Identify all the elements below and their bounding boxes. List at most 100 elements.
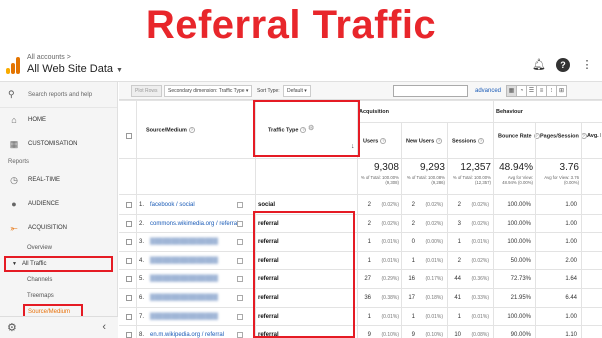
row-checkbox[interactable]: [126, 257, 132, 264]
more-icon[interactable]: ⋮: [580, 58, 594, 72]
gear-icon[interactable]: ⚙: [7, 321, 17, 334]
sessions-value: 41: [454, 295, 461, 301]
source-medium-link-redacted[interactable]: ████████████████: [150, 252, 218, 270]
total-pages-session: 3.76: [559, 162, 579, 173]
table-row[interactable]: 3. ████████████████ referral 1 (0.01%) 0 (0.00…: [119, 233, 602, 251]
sidebar-sub-channels[interactable]: Channels: [0, 272, 117, 288]
sessions-percent: (0.01%): [471, 239, 489, 246]
total-bounce-rate: 48.94%: [499, 162, 533, 173]
row-number: 2.: [139, 220, 145, 227]
table-row[interactable]: 5. ████████████████ referral 27 (0.29%) 16 (0.…: [119, 270, 602, 288]
open-link-icon[interactable]: [237, 276, 243, 283]
table-row[interactable]: 7. ████████████████ referral 1 (0.01%) 1 (0.01…: [119, 308, 602, 326]
open-link-icon[interactable]: [237, 257, 243, 264]
row-checkbox[interactable]: [126, 332, 132, 338]
open-link-icon[interactable]: [237, 239, 243, 246]
new_users-percent: (0.01%): [425, 313, 443, 320]
open-link-icon[interactable]: [237, 220, 243, 227]
total-new-users-sub: % of Total: 100.08% (9,286): [406, 175, 445, 185]
source-medium-link-redacted[interactable]: ████████████████: [150, 270, 218, 288]
sidebar-item-home[interactable]: ⌂ HOME: [0, 108, 117, 132]
header-avg-duration[interactable]: Avg. Dur: [587, 133, 601, 139]
table-row[interactable]: 4. ████████████████ referral 1 (0.01%) 1 (0.01…: [119, 252, 602, 270]
pages-session-value: 1.10: [565, 332, 577, 338]
users-value: 2: [367, 220, 371, 227]
pages-session-value: 1.00: [565, 239, 577, 246]
collapse-icon[interactable]: ‹: [102, 321, 106, 333]
table-search-input[interactable]: [393, 85, 468, 97]
header-pages-session[interactable]: Pages/Session?: [540, 133, 587, 139]
open-link-icon[interactable]: [237, 295, 243, 301]
row-checkbox[interactable]: [126, 239, 132, 246]
sessions-percent: (0.02%): [471, 202, 489, 208]
sessions-value: 10: [454, 332, 461, 338]
bounce-rate-value: 72.73%: [510, 276, 531, 283]
sidebar-sub-treemaps[interactable]: Treemaps: [0, 288, 117, 304]
plot-rows-button[interactable]: Plot Rows: [131, 85, 162, 97]
source-medium-link[interactable]: en.m.wikipedia.org / referral: [150, 326, 224, 338]
table-row[interactable]: 6. ████████████████ referral 36 (0.38%) 17 (0.…: [119, 289, 602, 307]
pivot-view-icon[interactable]: ⊞: [556, 85, 567, 97]
view-selector[interactable]: All Web Site Data ▼: [27, 63, 123, 75]
help-icon: ?: [436, 138, 443, 144]
traffic-type-cell: referral: [258, 295, 279, 301]
source-medium-link-redacted[interactable]: ████████████████: [150, 308, 218, 326]
users-value: 27: [364, 276, 371, 283]
open-link-icon[interactable]: [237, 332, 243, 338]
sort-type-label: Sort Type:: [257, 88, 280, 94]
header-traffic-type[interactable]: Traffic Type?: [268, 127, 307, 133]
open-link-icon[interactable]: [237, 202, 243, 208]
table-row[interactable]: 8. en.m.wikipedia.org / referral referral 9…: [119, 326, 602, 338]
users-percent: (0.29%): [381, 276, 399, 283]
row-number: 8.: [139, 332, 145, 338]
source-medium-link-redacted[interactable]: ████████████████: [150, 289, 218, 307]
new_users-percent: (0.00%): [425, 239, 443, 246]
advanced-link[interactable]: advanced: [475, 85, 501, 97]
table-row[interactable]: 2. commons.wikimedia.org / referral referr…: [119, 215, 602, 233]
search-icon: ⚲: [8, 89, 15, 99]
users-percent: (0.38%): [381, 295, 399, 301]
account-breadcrumb[interactable]: All accounts >: [27, 54, 71, 61]
sort-type-select[interactable]: Default ▾: [283, 85, 311, 97]
sidebar-item-audience[interactable]: ● AUDIENCE: [0, 192, 117, 216]
row-checkbox[interactable]: [126, 313, 132, 320]
total-pages-session-sub: Avg for View: 3.76 (0.00%): [544, 175, 579, 185]
select-all-checkbox[interactable]: [126, 133, 132, 141]
header-sessions[interactable]: Sessions?: [452, 138, 485, 144]
bell-icon[interactable]: 🔔︎: [532, 58, 546, 72]
sidebar-sub-all-traffic[interactable]: ▼ All Traffic: [4, 256, 113, 272]
sessions-value: 1: [457, 313, 461, 320]
sort-desc-icon[interactable]: ↓: [351, 143, 355, 150]
users-percent: (0.02%): [381, 220, 399, 227]
sidebar-search[interactable]: ⚲ Search reports and help: [0, 82, 117, 108]
row-checkbox[interactable]: [126, 276, 132, 283]
help-icon: ?: [188, 127, 195, 133]
open-link-icon[interactable]: [237, 313, 243, 320]
sessions-percent: (0.02%): [471, 220, 489, 227]
sort-settings-icon[interactable]: ⚙: [308, 124, 314, 132]
header-source-medium[interactable]: Source/Medium?: [146, 127, 195, 133]
header-users[interactable]: Users?: [363, 138, 387, 144]
sidebar-footer: ⚙ ‹: [0, 316, 118, 338]
sidebar-item-realtime[interactable]: ◷ REAL-TIME: [0, 168, 117, 192]
total-users-sub: % of Total: 100.00% (9,308): [360, 175, 399, 185]
help-icon[interactable]: ?: [556, 58, 570, 72]
secondary-dimension-select[interactable]: Secondary dimension: Traffic Type ▾: [164, 85, 253, 97]
source-medium-link[interactable]: facebook / social: [150, 196, 195, 214]
pages-session-value: 2.00: [565, 257, 577, 264]
clock-icon: ◷: [10, 175, 18, 185]
row-checkbox[interactable]: [126, 202, 132, 208]
sessions-percent: (0.33%): [471, 295, 489, 301]
source-medium-link-redacted[interactable]: ████████████████: [150, 233, 218, 251]
sidebar-item-customisation[interactable]: ▦ CUSTOMISATION: [0, 132, 117, 156]
traffic-type-cell: referral: [258, 220, 279, 227]
table-row[interactable]: 1. facebook / social social 2 (0.02%) 2 (0.02%…: [119, 196, 602, 214]
header-new-users[interactable]: New Users?: [406, 138, 443, 144]
row-checkbox[interactable]: [126, 220, 132, 227]
sidebar-sub-overview[interactable]: Overview: [0, 240, 117, 256]
header-bounce-rate[interactable]: Bounce Rate?: [498, 133, 540, 139]
source-medium-link[interactable]: commons.wikimedia.org / referral: [150, 215, 238, 233]
bounce-rate-value: 100.00%: [507, 313, 531, 320]
row-checkbox[interactable]: [126, 295, 132, 301]
sidebar-item-acquisition[interactable]: ⤜ ACQUISITION: [0, 216, 117, 240]
